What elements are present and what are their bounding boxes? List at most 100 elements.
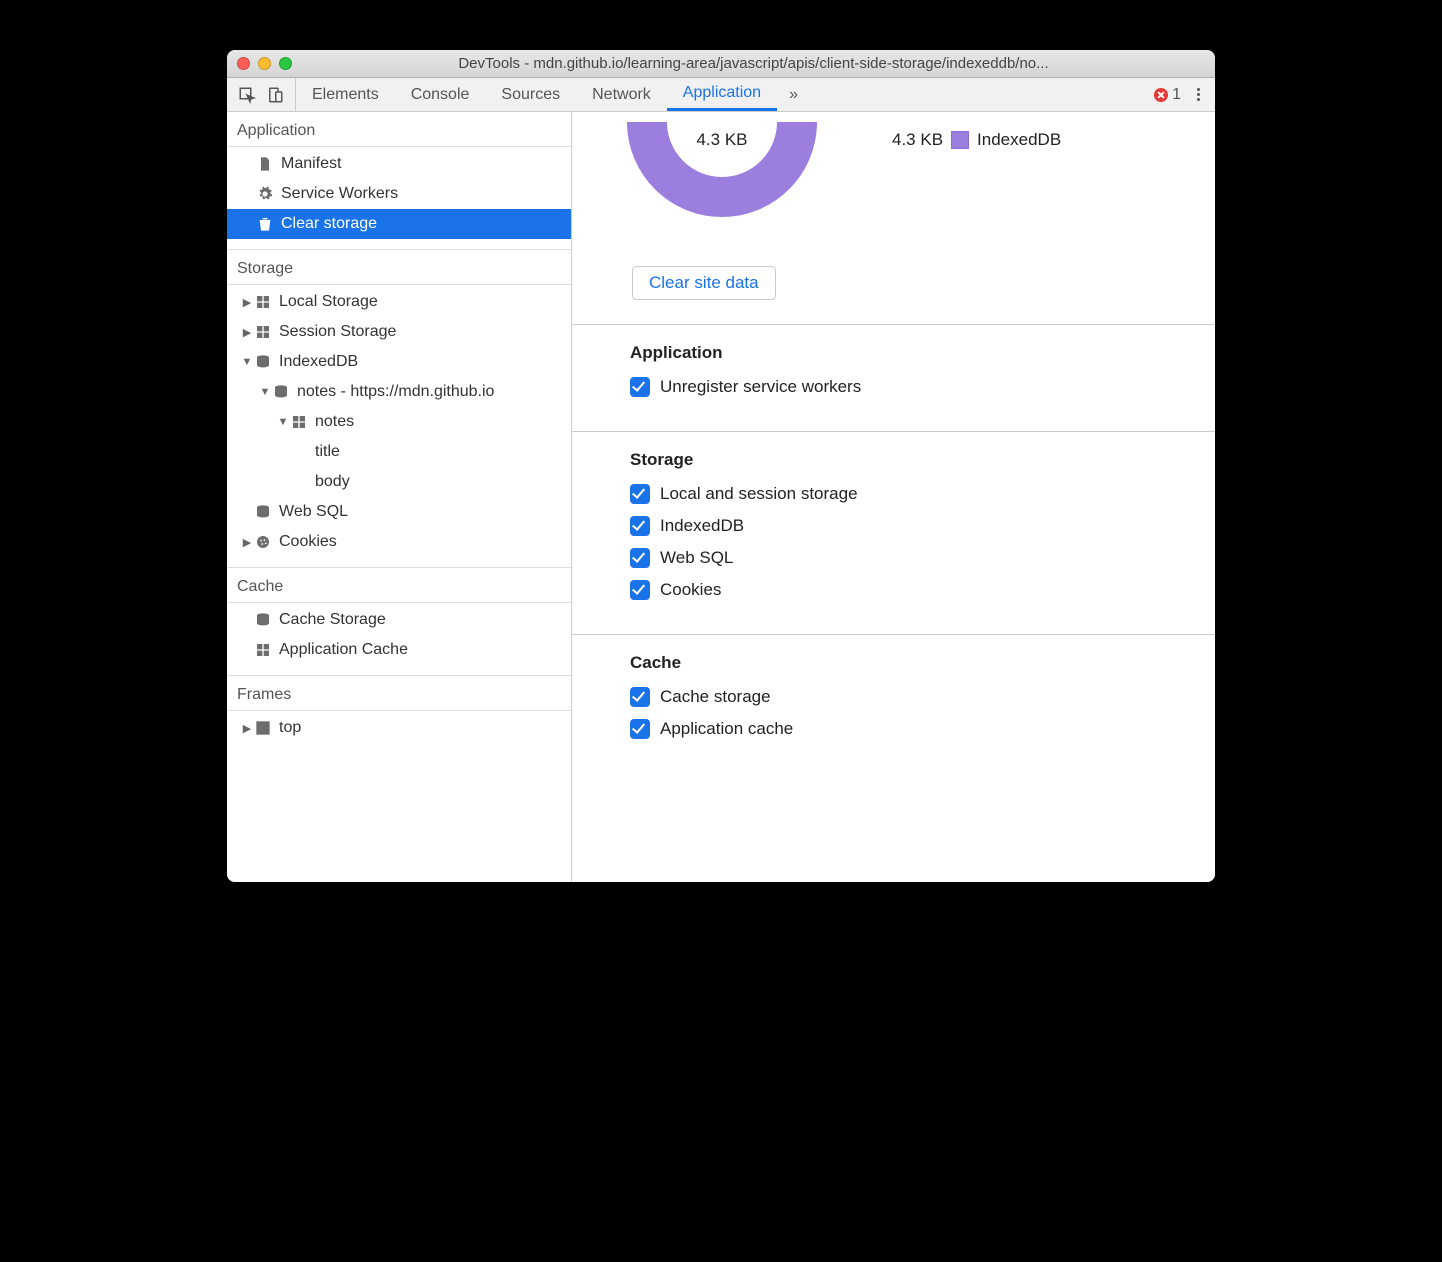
errors-count: 1 <box>1172 86 1181 104</box>
devtools-tabbar: Elements Console Sources Network Applica… <box>227 78 1215 112</box>
application-sidebar: Application Manifest Service Workers Cle… <box>227 112 572 882</box>
checkbox-application-cache[interactable]: Application cache <box>630 719 1187 739</box>
window-title: DevTools - mdn.github.io/learning-area/j… <box>302 55 1205 72</box>
sidebar-item-application-cache[interactable]: ▶ Application Cache <box>227 635 571 665</box>
checkbox-label: Unregister service workers <box>660 377 861 397</box>
sidebar-item-label: body <box>315 473 350 491</box>
sidebar-item-local-storage[interactable]: ▶ Local Storage <box>227 287 571 317</box>
clear-site-data-row: Clear site data <box>572 242 1215 324</box>
sidebar-item-label: notes <box>315 413 354 431</box>
sidebar-item-clear-storage[interactable]: Clear storage <box>227 209 571 239</box>
sidebar-item-label: title <box>315 443 340 461</box>
checkbox-icon <box>630 580 650 600</box>
cookie-icon <box>253 532 273 552</box>
checkbox-websql[interactable]: Web SQL <box>630 548 1187 568</box>
storage-donut: 4.3 KB <box>622 122 822 232</box>
sidebar-item-label: Web SQL <box>279 503 348 521</box>
checkbox-icon <box>630 548 650 568</box>
sidebar-item-label: Service Workers <box>281 185 398 203</box>
window-controls <box>237 57 292 70</box>
frame-icon <box>253 718 273 738</box>
section-application: Application <box>227 112 571 147</box>
table-icon <box>253 640 273 660</box>
sidebar-item-label: Manifest <box>281 155 341 173</box>
checkbox-label: Cookies <box>660 580 721 600</box>
sidebar-item-label: Clear storage <box>281 215 377 233</box>
checkbox-label: Local and session storage <box>660 484 858 504</box>
tabbar-right-controls: 1 <box>1144 78 1215 111</box>
checkbox-label: Cache storage <box>660 687 771 707</box>
error-icon <box>1154 88 1168 102</box>
frames-tree: ▶ top <box>227 711 571 753</box>
close-window-button[interactable] <box>237 57 250 70</box>
sidebar-item-idb-store[interactable]: ▼ notes <box>227 407 571 437</box>
group-title: Storage <box>630 450 1187 470</box>
errors-badge[interactable]: 1 <box>1154 86 1181 104</box>
checkbox-label: IndexedDB <box>660 516 744 536</box>
chevron-right-icon: ▶ <box>241 536 253 549</box>
section-frames: Frames <box>227 676 571 711</box>
sidebar-item-websql[interactable]: ▶ Web SQL <box>227 497 571 527</box>
sidebar-item-cache-storage[interactable]: ▶ Cache Storage <box>227 605 571 635</box>
sidebar-item-label: IndexedDB <box>279 353 358 371</box>
donut-center-value: 4.3 KB <box>622 130 822 150</box>
checkbox-cache-storage[interactable]: Cache storage <box>630 687 1187 707</box>
storage-legend: 4.3 KB IndexedDB <box>892 130 1061 150</box>
sidebar-item-label: Cache Storage <box>279 611 386 629</box>
checkbox-unregister-sw[interactable]: Unregister service workers <box>630 377 1187 397</box>
minimize-window-button[interactable] <box>258 57 271 70</box>
sidebar-item-label: Session Storage <box>279 323 396 341</box>
table-icon <box>289 412 309 432</box>
inspect-element-icon[interactable] <box>236 84 258 106</box>
database-icon <box>253 610 273 630</box>
tabs-overflow-button[interactable]: » <box>777 78 810 111</box>
tab-sources[interactable]: Sources <box>485 78 576 111</box>
sidebar-item-frame-top[interactable]: ▶ top <box>227 713 571 743</box>
checkbox-icon <box>630 377 650 397</box>
sidebar-item-session-storage[interactable]: ▶ Session Storage <box>227 317 571 347</box>
gear-icon <box>255 184 275 204</box>
tab-elements[interactable]: Elements <box>296 78 395 111</box>
chevron-down-icon: ▼ <box>259 386 271 398</box>
clear-storage-panel: 4.3 KB 4.3 KB IndexedDB Clear site data … <box>572 112 1215 882</box>
content-area: Application Manifest Service Workers Cle… <box>227 112 1215 882</box>
database-icon <box>253 352 273 372</box>
group-storage: Storage Local and session storage Indexe… <box>572 432 1215 634</box>
checkbox-local-session-storage[interactable]: Local and session storage <box>630 484 1187 504</box>
group-title: Application <box>630 343 1187 363</box>
sidebar-item-idb-index-title[interactable]: title <box>227 437 571 467</box>
chevron-right-icon: ▶ <box>241 296 253 309</box>
application-tree: Manifest Service Workers Clear storage <box>227 147 571 250</box>
checkbox-icon <box>630 719 650 739</box>
table-icon <box>253 292 273 312</box>
checkbox-icon <box>630 687 650 707</box>
tabbar-left-controls <box>227 78 296 111</box>
sidebar-item-idb-index-body[interactable]: body <box>227 467 571 497</box>
sidebar-item-cookies[interactable]: ▶ Cookies <box>227 527 571 557</box>
checkbox-label: Application cache <box>660 719 793 739</box>
sidebar-item-idb-database[interactable]: ▼ notes - https://mdn.github.io <box>227 377 571 407</box>
storage-usage-area: 4.3 KB 4.3 KB IndexedDB <box>572 112 1215 242</box>
section-cache: Cache <box>227 568 571 603</box>
sidebar-item-label: notes - https://mdn.github.io <box>297 383 494 401</box>
tab-console[interactable]: Console <box>395 78 486 111</box>
sidebar-item-manifest[interactable]: Manifest <box>227 149 571 179</box>
group-title: Cache <box>630 653 1187 673</box>
clear-site-data-button[interactable]: Clear site data <box>632 266 776 300</box>
device-toolbar-icon[interactable] <box>264 84 286 106</box>
sidebar-item-service-workers[interactable]: Service Workers <box>227 179 571 209</box>
chevron-right-icon: ▶ <box>241 326 253 339</box>
tabs-container: Elements Console Sources Network Applica… <box>296 78 777 111</box>
trash-icon <box>255 214 275 234</box>
maximize-window-button[interactable] <box>279 57 292 70</box>
title-bar: DevTools - mdn.github.io/learning-area/j… <box>227 50 1215 78</box>
tab-network[interactable]: Network <box>576 78 667 111</box>
tab-application[interactable]: Application <box>667 78 777 111</box>
database-icon <box>253 502 273 522</box>
checkbox-cookies[interactable]: Cookies <box>630 580 1187 600</box>
cache-tree: ▶ Cache Storage ▶ Application Cache <box>227 603 571 676</box>
more-options-icon[interactable] <box>1191 88 1205 101</box>
group-application: Application Unregister service workers <box>572 325 1215 431</box>
sidebar-item-indexeddb[interactable]: ▼ IndexedDB <box>227 347 571 377</box>
checkbox-indexeddb[interactable]: IndexedDB <box>630 516 1187 536</box>
